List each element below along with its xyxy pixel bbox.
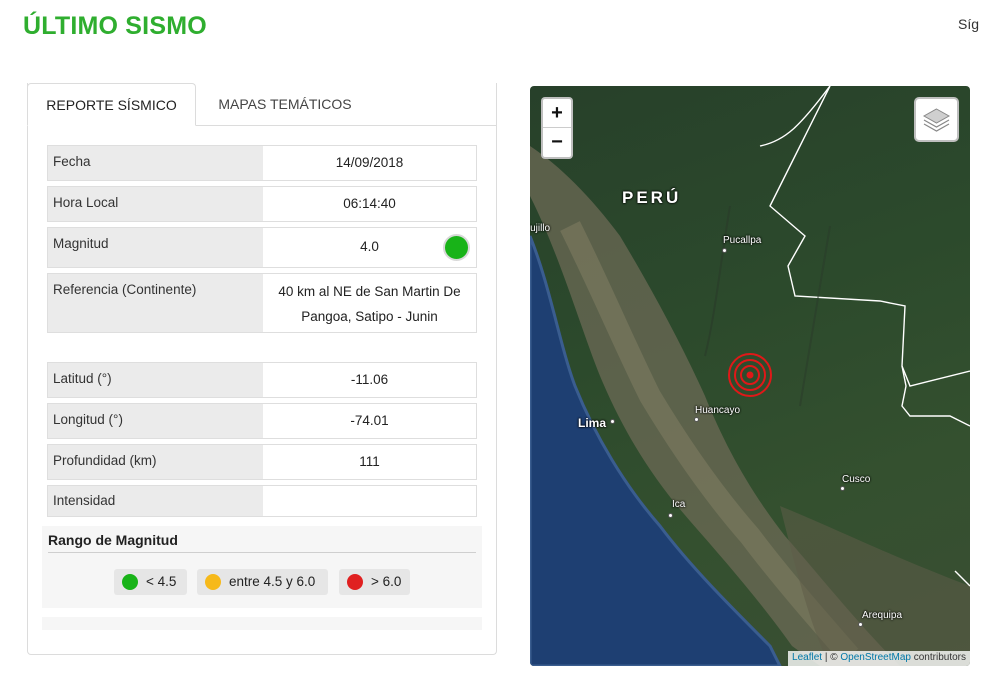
magnitud-value: 4.0 bbox=[360, 239, 379, 254]
row-profundidad: Profundidad (km) 111 bbox=[47, 444, 477, 480]
referencia-label: Referencia (Continente bbox=[53, 282, 192, 297]
arequipa-dot-icon bbox=[858, 622, 863, 627]
osm-link[interactable]: OpenStreetMap bbox=[840, 652, 911, 663]
hora-label: Hora Local bbox=[48, 187, 263, 221]
lima-dot-icon bbox=[610, 419, 615, 424]
referencia-value-line2: Pangoa, Satipo - Junin bbox=[301, 309, 438, 324]
huancayo-dot-icon bbox=[694, 417, 699, 422]
ica-dot-icon bbox=[668, 513, 673, 518]
referencia-value-line1: 40 km al NE de San Martin De bbox=[278, 284, 461, 299]
epicenter-marker-icon[interactable] bbox=[725, 350, 775, 400]
fecha-value: 14/09/2018 bbox=[335, 155, 404, 170]
longitud-label: Longitud (°) bbox=[48, 404, 263, 438]
label-peru: PERÚ bbox=[622, 188, 682, 207]
intensidad-value bbox=[263, 486, 476, 516]
yellow-dot-icon bbox=[205, 574, 221, 590]
magnitude-range-box: Rango de Magnitud < 4.5 entre 4.5 y 6.0 … bbox=[42, 526, 482, 608]
cusco-dot-icon bbox=[840, 486, 845, 491]
pucallpa-dot-icon bbox=[722, 248, 727, 253]
green-dot-icon bbox=[122, 574, 138, 590]
leaflet-link[interactable]: Leaflet bbox=[792, 652, 822, 663]
tab-reporte-sismico[interactable]: REPORTE SÍSMICO bbox=[27, 83, 196, 126]
zoom-in-button[interactable]: + bbox=[543, 99, 571, 128]
latitud-value: -11.06 bbox=[350, 372, 389, 387]
layers-button[interactable] bbox=[914, 97, 959, 142]
bottom-strip bbox=[42, 617, 482, 630]
fecha-label: Fecha bbox=[48, 146, 263, 180]
row-hora: Hora Local 06:14:40 bbox=[47, 186, 477, 222]
map-attribution: Leaflet | © OpenStreetMap contributors bbox=[788, 651, 970, 666]
legend-mid: entre 4.5 y 6.0 bbox=[197, 569, 328, 595]
label-lima: Lima bbox=[578, 416, 607, 430]
label-huancayo: Huancayo bbox=[695, 405, 741, 416]
label-cusco: Cusco bbox=[842, 474, 871, 485]
page-title: ÚLTIMO SISMO bbox=[23, 12, 207, 40]
follow-link[interactable]: Síg bbox=[958, 16, 979, 32]
magnitud-label: Magnitud bbox=[48, 228, 263, 267]
label-arequipa: Arequipa bbox=[862, 610, 903, 621]
row-referencia: Referencia (Continente) 40 km al NE de S… bbox=[47, 273, 477, 333]
red-dot-icon bbox=[347, 574, 363, 590]
zoom-control: + − bbox=[541, 97, 573, 159]
row-magnitud: Magnitud 4.0 bbox=[47, 227, 477, 268]
epicenter-map[interactable]: + − PERÚ Trujillo Pucallpa Lima Huancayo… bbox=[530, 86, 970, 666]
longitud-value: -74.01 bbox=[350, 413, 389, 428]
profundidad-label: Profundidad (km) bbox=[48, 445, 263, 479]
latitud-label: Latitud (°) bbox=[48, 363, 263, 397]
profundidad-value: 111 bbox=[359, 454, 380, 469]
layers-icon bbox=[922, 108, 951, 132]
label-trujillo: Trujillo bbox=[530, 223, 551, 234]
label-pucallpa: Pucallpa bbox=[723, 235, 762, 246]
range-title: Rango de Magnitud bbox=[48, 532, 178, 548]
legend-high: > 6.0 bbox=[339, 569, 410, 595]
row-fecha: Fecha 14/09/2018 bbox=[47, 145, 477, 181]
label-ica: Ica bbox=[672, 499, 686, 510]
row-longitud: Longitud (°) -74.01 bbox=[47, 403, 477, 439]
row-intensidad: Intensidad bbox=[47, 485, 477, 517]
intensidad-label: Intensidad bbox=[48, 486, 263, 516]
legend-low: < 4.5 bbox=[114, 569, 187, 595]
magnitude-indicator-icon bbox=[443, 234, 470, 261]
row-latitud: Latitud (°) -11.06 bbox=[47, 362, 477, 398]
tab-bar: REPORTE SÍSMICO MAPAS TEMÁTICOS bbox=[27, 83, 497, 126]
hora-value: 06:14:40 bbox=[343, 196, 396, 211]
tab-mapas-tematicos[interactable]: MAPAS TEMÁTICOS bbox=[205, 83, 365, 126]
zoom-out-button[interactable]: − bbox=[543, 128, 571, 157]
